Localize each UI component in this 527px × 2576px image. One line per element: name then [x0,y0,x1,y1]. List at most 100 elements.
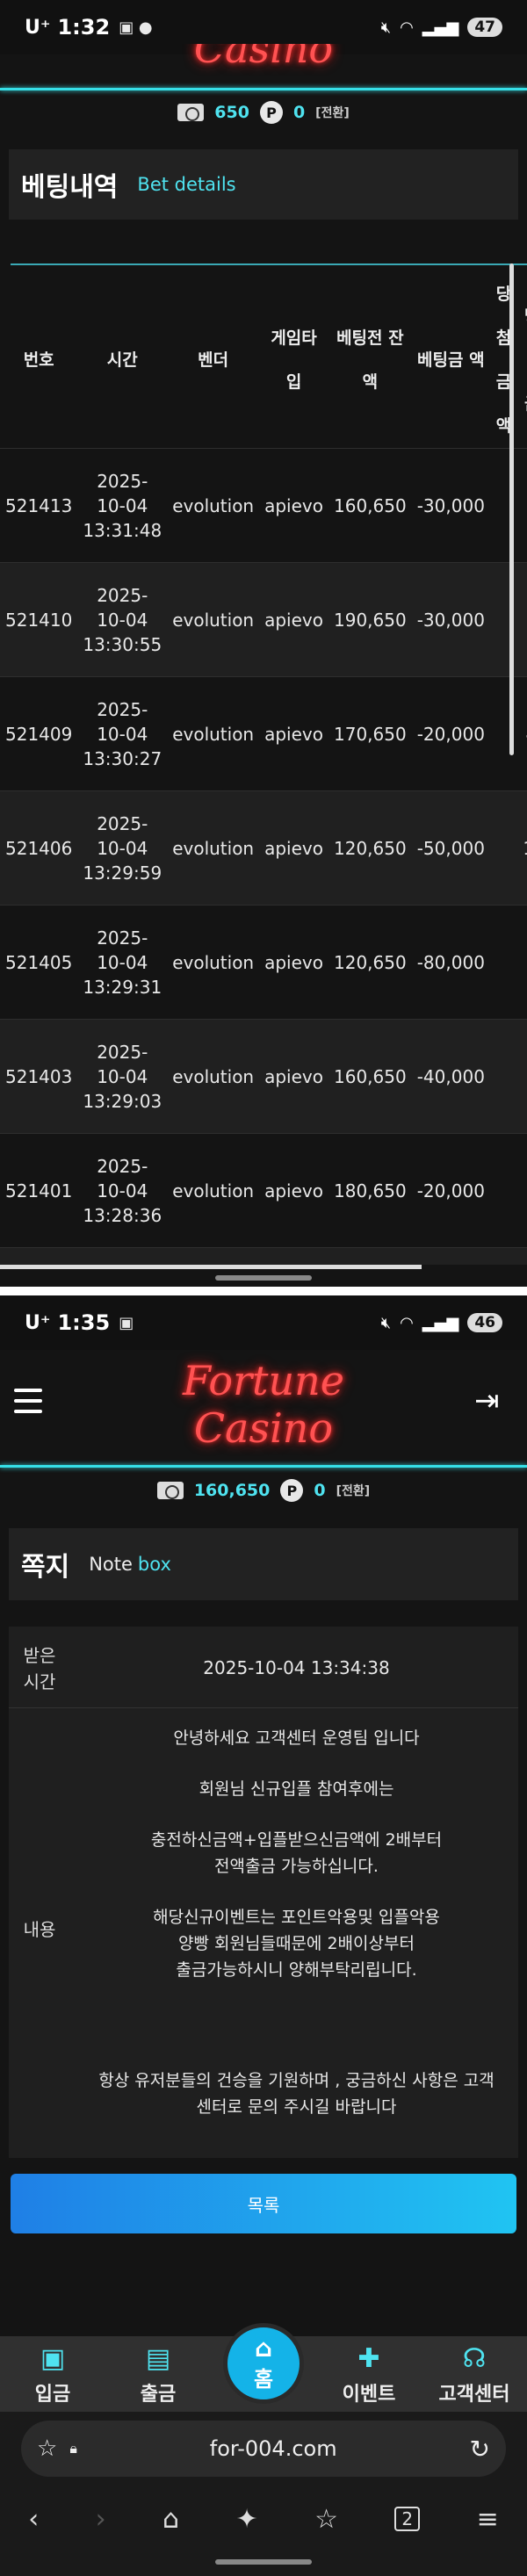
nav-deposit[interactable]: ▣ 입금 [0,2343,105,2412]
cell-id: 521399 [0,1247,78,1265]
cell-id: 521405 [0,905,78,1020]
cell-time: 2025- 10-04 13:28:36 [77,1133,168,1248]
nav-home[interactable]: ⌂ 홈 [223,2323,304,2404]
bet-details-header: 베팅내역 Bet details [9,149,518,220]
sparkle-icon[interactable]: ✦ [236,2504,258,2535]
lock-icon: 🔒︎ [69,2440,77,2457]
nav-support[interactable]: ☊ 고객센터 [422,2343,527,2412]
cell-win-amount [489,1247,518,1265]
nav-event[interactable]: ✚ 이벤트 [316,2343,422,2412]
carrier-label-2: U⁺ [25,1311,51,1334]
list-button[interactable]: 목록 [11,2174,516,2233]
table-top-border [11,263,527,265]
balance-bar: 650 P 0 [전환] [0,95,527,130]
status-bar-2: U⁺ 1:35 ▣ 🔇︎ ◠ ▂▄▆ 46 [0,1295,527,1350]
table-row: 5213992025-10-04evolutionapievo150,650-3… [0,1247,527,1265]
mute-icon-2: 🔇︎ [380,1313,392,1332]
tabs-icon[interactable]: 2 [394,2507,421,2531]
cell-balance-before: 120,650 [328,790,412,906]
cell-vendor: evolution [167,790,260,906]
cell-bet-amount: -30,000 [411,1247,490,1265]
cell-id: 521413 [0,448,78,563]
cell-bet-amount: -80,000 [411,905,490,1020]
content-label: 내용 [23,1919,56,1940]
cell-balance-after [517,1019,527,1134]
table-row: 521409 2025- 10-04 13:30:27 evolution apievo 1… [0,676,527,791]
cell-bet-amount: -30,000 [411,562,490,677]
table-row: 521403 2025- 10-04 13:29:03 evolution apievo 1… [0,1019,527,1134]
col-time: 시간 [106,350,138,370]
forward-icon[interactable]: › [96,2504,106,2535]
cell-balance-after: 80, [517,905,527,1020]
cell-win-amount [489,1019,518,1134]
status-icons: ▣ ● [119,18,153,37]
cell-win-amount [489,905,518,1020]
url-bar[interactable]: ☆ 🔒︎ for-004.com ↻ [21,2421,506,2477]
url-text: for-004.com [209,2436,337,2461]
cell-vendor: evolution [167,448,260,563]
point-icon-2: P [280,1479,304,1502]
table-row: 521410 2025- 10-04 13:30:55 evolution apievo 1… [0,562,527,677]
table-header: 번호 시간 벤더 게임타입 베팅전 잔액 베팅금 액 당첨금 액 당첨후 금액 [0,272,527,449]
switch-link-2[interactable]: [전환] [336,1482,371,1499]
cell-balance-before: 190,650 [328,562,412,677]
cell-id: 521409 [0,676,78,791]
back-icon[interactable]: ‹ [28,2504,39,2535]
vertical-scrollbar[interactable] [509,263,514,755]
col-game-type: 게임타입 [271,328,317,392]
cell-balance-after [517,562,527,677]
col-id: 번호 [23,350,54,370]
status-right: 🔇︎ ◠ ▂▄▆ 47 [381,18,502,37]
page-title: 베팅내역 [21,172,119,203]
received-time-label: 받은 시간 [23,1645,56,1692]
wifi-icon-2: ◠ [400,1313,414,1332]
col-bet-amount: 베팅금 액 [417,350,485,370]
gesture-handle [215,1275,312,1281]
home-icon: ⌂ [254,2333,273,2363]
mute-icon: 🔇︎ [380,18,392,37]
col-balance-after: 당첨후 금액 [517,272,527,449]
cell-balance-after: 30, [517,448,527,563]
menu-lines-icon[interactable]: ≡ [477,2504,499,2535]
bookmark-star-icon[interactable]: ☆ [37,2435,57,2462]
horizontal-scrollbar[interactable] [0,1265,422,1269]
cell-win-amount [489,790,518,906]
received-time-value: 2025-10-04 13:34:38 [203,1657,390,1678]
cash-icon [177,104,205,121]
cell-vendor: evolution [167,1247,260,1265]
cell-balance-after: 40, [517,676,527,791]
cell-balance-after [517,1133,527,1248]
browser-chrome: ☆ 🔒︎ for-004.com ↻ ‹ › ⌂ ✦ ☆ 2 ≡ [0,2412,527,2576]
cell-game-type: apievo [259,1019,328,1134]
header-divider [0,88,527,90]
home-browser-icon[interactable]: ⌂ [162,2504,179,2535]
cash-icon-2 [156,1482,184,1499]
fortune-casino-logo[interactable]: Fortune Casino [132,1357,395,1452]
cell-vendor: evolution [167,1133,260,1248]
page-subtitle: Bet details [137,174,236,195]
bookmarks-icon[interactable]: ☆ [314,2504,338,2535]
reload-icon[interactable]: ↻ [470,2435,490,2464]
cell-game-type: apievo [259,676,328,791]
message-panel: 받은 시간 2025-10-04 13:34:38 내용 안녕하세요 고객센터 … [9,1627,518,2158]
status-icons-2: ▣ [119,1313,134,1332]
menu-icon[interactable] [14,1389,42,1413]
nav-withdraw[interactable]: ▤ 출금 [105,2343,211,2412]
cell-id: 521401 [0,1133,78,1248]
logout-icon[interactable]: ⇥ [474,1383,500,1418]
cell-balance-before: 180,650 [328,1133,412,1248]
cell-game-type: apievo [259,562,328,677]
table-row: 521405 2025- 10-04 13:29:31 evolution apievo 1… [0,905,527,1020]
switch-link[interactable]: [전환] [315,104,350,121]
clock: 1:32 [57,15,111,40]
cell-bet-amount: -50,000 [411,790,490,906]
col-vendor: 벤더 [198,350,229,370]
header-divider-2 [0,1465,527,1468]
cash-balance-2: 160,650 [193,1481,271,1500]
bet-table-viewport[interactable]: 번호 시간 벤더 게임타입 베팅전 잔액 베팅금 액 당첨금 액 당첨후 금액 … [0,263,527,1265]
cell-vendor: evolution [167,905,260,1020]
cell-balance-before: 160,650 [328,1019,412,1134]
bet-table: 번호 시간 벤더 게임타입 베팅전 잔액 베팅금 액 당첨금 액 당첨후 금액 … [0,272,527,1265]
cell-time: 2025- 10-04 13:29:59 [77,790,168,906]
signal-icon: ▂▄▆ [422,18,459,37]
